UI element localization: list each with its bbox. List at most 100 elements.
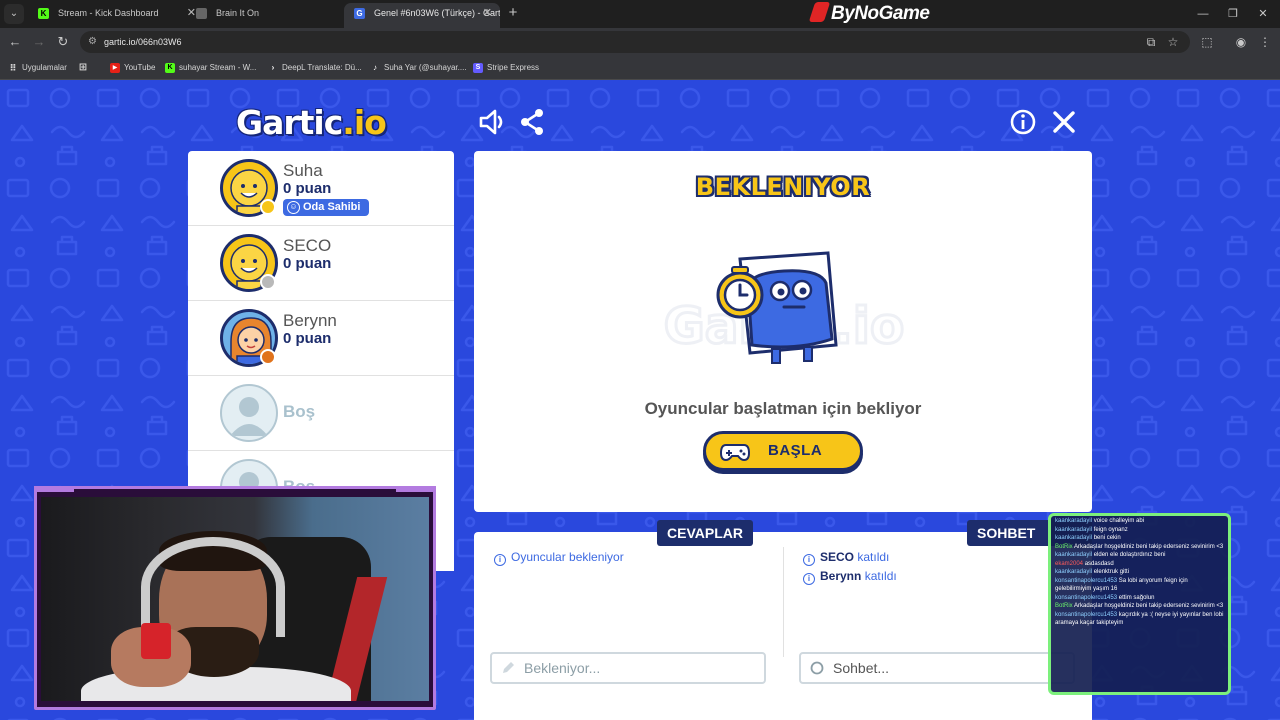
close-window-icon[interactable]: ✕ [1254,5,1272,23]
tab-title: Genel #6n03W6 (Türkçe) - Gart [374,8,500,18]
stream-chat-user: kaankaradayil [1055,518,1093,524]
stream-chat-user: kaankaradayil [1055,552,1093,558]
minimize-icon[interactable]: — [1194,5,1212,23]
stream-chat-text: asdasdasd [1083,560,1114,567]
tab-gartic[interactable]: G Genel #6n03W6 (Türkçe) - Gart ✕ [344,3,500,28]
stream-chat-text: elenktruk gitti [1092,569,1130,575]
empty-slot-label: Boş [283,402,316,421]
bookmark-kick-stream[interactable]: Ksuhayar Stream - W... [165,61,256,75]
pencil-icon [503,662,514,673]
info-icon: i [803,554,815,566]
player-score: 0 puan [283,330,332,347]
stream-chat-overlay: kaankaradayil voice challeyim abi kaankar… [1048,513,1231,695]
bookmarks-bar: ⠿ Uygulamalar ⊞ ▶ YouTube Ksuhayar Stream … [0,56,1280,80]
stream-chat-line: BotRix Arkadaşlar hoşgeldiniz beni takip… [1055,543,1224,552]
info-icon: i [494,554,506,566]
back-icon[interactable]: ← [6,33,24,51]
gamepad-icon [720,444,750,462]
stream-chat-line: konsantinapolercu1453 Sa lobi arıyorum f… [1055,577,1224,594]
tab-title: Brain It On [216,8,260,18]
tab-brain-it-on[interactable]: Brain It On ✕ [186,3,362,28]
info-icon[interactable] [1007,106,1039,138]
stream-chat-user: konsantinapolercu1453 [1055,577,1118,584]
bookmark-tiktok[interactable]: ♪ Suha Yar (@suhayar.... [370,61,467,75]
webcam-video [41,497,429,701]
frame-decoration [34,486,74,492]
restore-icon[interactable]: ❐ [1224,5,1242,23]
close-tab-icon[interactable]: ✕ [483,3,492,24]
stream-chat-user: konsantinapolercu1453 [1055,611,1118,618]
answers-tab[interactable]: CEVAPLAR [657,520,753,546]
stream-chat-user: ekam2004 [1055,560,1084,567]
start-button-label: BAŞLA [768,442,823,459]
player-name: Suha [283,161,323,180]
tab-search-icon[interactable]: ⌄ [4,4,24,24]
browser-tab-bar: ⌄ K Stream - Kick Dashboard ✕ Brain It O… [0,0,1280,28]
stripe-icon: S [473,63,483,73]
bookmark-star-icon[interactable]: ☆ [1164,33,1182,51]
sound-icon[interactable] [476,106,508,138]
tab-kick-dashboard[interactable]: K Stream - Kick Dashboard ✕ [28,3,204,28]
stream-chat-line: BotRix Arkadaşlar hoşgeldiniz beni takip… [1055,602,1224,611]
browser-toolbar: ← → ↻ ⚙ gartic.io/066n03W6 ⧉ ☆ ⬚ ◉ ⋮ [0,28,1280,56]
answer-input[interactable]: Bekleniyor... [490,652,766,684]
player-row[interactable]: Suha 0 puan ☺ Oda Sahibi [188,151,454,226]
stream-chat-line: ekam2004 asdasdasd [1055,560,1224,569]
bookmark-stripe[interactable]: S Stripe Express [473,61,539,75]
tiktok-icon: ♪ [373,63,377,72]
bookmark-grid[interactable]: ⊞ [78,61,88,75]
answer-placeholder: Bekleniyor... [524,660,601,676]
status-dot [260,199,276,215]
grid-icon: ⊞ [78,62,88,73]
apps-grid-icon: ⠿ [9,63,17,73]
stream-chat-user: kaankaradayil [1055,526,1093,533]
bookmark-deepl[interactable]: › DeepL Translate: Dü... [268,61,362,75]
player-row[interactable]: Berynn 0 puan [188,301,454,376]
stream-chat-line: kaankaradayil elenktruk gitti [1055,568,1224,577]
extensions-icon[interactable]: ⬚ [1198,33,1216,51]
room-owner-badge: ☺ Oda Sahibi [283,199,370,216]
mascot-clock-icon: Gartic.io [662,251,906,364]
stream-chat-line: kaankaradayil voice challeyim abi [1055,517,1224,526]
status-dot [260,274,276,290]
player-row[interactable]: SECO 0 puan [188,226,454,301]
bynogame-logo-icon [808,2,831,22]
stream-chat-line: konsantinapolercu1453 ettim sağolun [1055,594,1224,603]
reload-icon[interactable]: ↻ [54,33,72,51]
close-icon[interactable] [1048,106,1080,138]
info-icon: i [803,573,815,585]
status-title: BEKLENIYOR [695,173,871,201]
kick-icon: K [165,63,175,73]
stream-chat-user: kaankaradayil [1055,535,1093,541]
gartic-icon: G [354,8,365,19]
stream-chat-text: feign oynanz [1092,526,1128,533]
status-dot [260,349,276,365]
new-tab-button[interactable]: + [504,4,522,22]
menu-icon[interactable]: ⋮ [1256,33,1274,51]
install-app-icon[interactable]: ⧉ [1142,33,1160,51]
empty-avatar-icon [220,384,278,442]
chat-bubble-icon [810,661,824,675]
profile-icon[interactable]: ◉ [1232,33,1250,51]
bookmark-youtube[interactable]: ▶ YouTube [110,61,155,75]
frame-decoration [396,486,436,492]
address-bar[interactable]: ⚙ gartic.io/066n03W6 [80,31,1190,53]
kick-icon: K [38,8,49,19]
page-icon [196,8,207,19]
stream-chat-text: elden ele dolaştırdınız beni [1092,552,1166,558]
share-icon[interactable] [516,106,548,138]
gartic-logo[interactable]: Gartic.io [236,103,387,143]
player-name: Berynn [283,311,337,330]
start-button[interactable]: BAŞLA [703,431,863,471]
webcam-overlay [34,486,436,710]
site-info-icon[interactable]: ⚙ [88,31,97,53]
stream-chat-line: kaankaradayil elden ele dolaştırdınız be… [1055,551,1224,560]
stream-chat-line: kaankaradayil beni cekin [1055,534,1224,543]
forward-icon[interactable]: → [30,33,48,51]
answers-chat-panel: CEVAPLAR SOHBET i Oyuncular bekleniyor iS… [474,520,1092,720]
bookmark-apps[interactable]: ⠿ Uygulamalar [8,61,66,75]
chat-message: i Berynn katıldı [803,569,897,585]
deepl-icon: › [271,63,275,72]
chat-input[interactable]: Sohbet... [799,652,1075,684]
answers-message: i Oyuncular bekleniyor [494,550,624,566]
